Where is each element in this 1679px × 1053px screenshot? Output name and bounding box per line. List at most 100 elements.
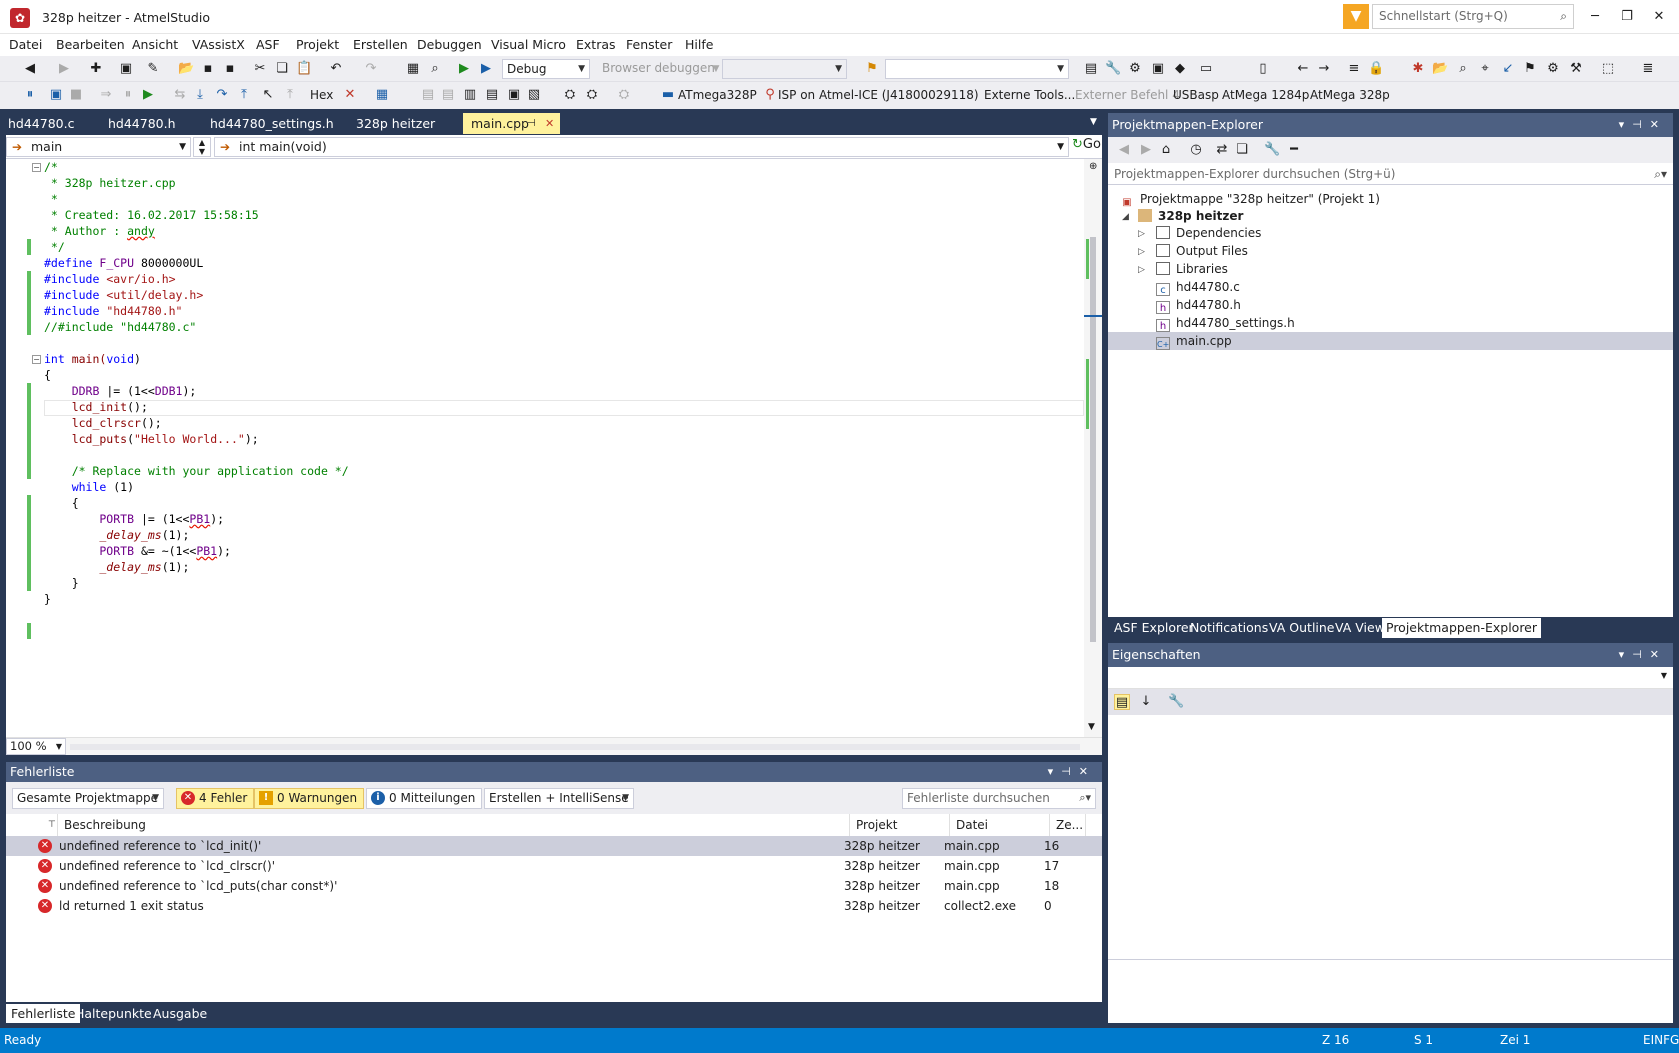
collapse-all-icon[interactable]: ━	[1286, 142, 1302, 158]
column-header-line[interactable]: Ze...	[1050, 814, 1086, 836]
redo-icon[interactable]: ↷	[363, 61, 379, 77]
io-view-icon[interactable]: ▥	[462, 87, 478, 103]
menu-asf[interactable]: ASF	[256, 37, 280, 52]
memory-icon[interactable]: ▤	[420, 87, 436, 103]
continue-icon[interactable]: ▶	[140, 87, 156, 103]
start-without-debugging-icon[interactable]: ▶	[478, 61, 494, 77]
tab-solution-explorer[interactable]: Projektmappen-Explorer	[1382, 618, 1542, 638]
code-editor[interactable]: − − /* * 328p heitzer.cpp * * Created: 1…	[6, 159, 1102, 739]
tab-asf-explorer[interactable]: ASF Explorer	[1110, 618, 1198, 638]
open-file-icon[interactable]: 📂	[178, 61, 194, 77]
step-over-icon[interactable]: ↷	[214, 87, 230, 103]
start-debugging-icon[interactable]: ▶	[456, 61, 472, 77]
va-refactor-icon[interactable]: ⚙	[1545, 61, 1561, 77]
back-icon[interactable]: ◀	[1116, 142, 1132, 158]
menu-visual-micro[interactable]: Visual Micro	[491, 37, 566, 52]
tab-hd44780-settings-h[interactable]: hd44780_settings.h	[202, 113, 342, 134]
tree-item-output-files[interactable]: Output Files	[1156, 242, 1248, 260]
table-row[interactable]: ✕ undefined reference to `lcd_puts(char …	[6, 876, 1102, 896]
va-open-file-icon[interactable]: 📂	[1432, 61, 1448, 77]
solution-search-input[interactable]: Projektmappen-Explorer durchsuchen (Strg…	[1108, 163, 1673, 185]
error-search-input[interactable]: Fehlerliste durchsuchen ⌕▾	[902, 788, 1096, 809]
horizontal-scrollbar[interactable]	[70, 744, 1080, 750]
external-tools-button[interactable]: Externe Tools...	[984, 88, 1075, 102]
tab-overflow-icon[interactable]: ▼	[1090, 117, 1097, 127]
debug-chip-icon[interactable]: ▣	[48, 87, 64, 103]
usbasp-button[interactable]: USBasp	[1173, 88, 1219, 102]
tree-item-dependencies[interactable]: Dependencies	[1156, 224, 1261, 242]
pin-icon[interactable]: ⊣	[527, 113, 536, 134]
va-tool-icon[interactable]: ✱	[1410, 61, 1426, 77]
paste-icon[interactable]: 📋	[296, 61, 312, 77]
expanded-icon[interactable]: ◢	[1122, 212, 1129, 222]
va-outline-icon[interactable]: ⬚	[1600, 61, 1616, 77]
external-command-button[interactable]: Externer Befehl 4	[1075, 88, 1180, 102]
close-tab-icon[interactable]: ✕	[545, 113, 554, 134]
menu-ansicht[interactable]: Ansicht	[132, 37, 178, 52]
tab-notifications[interactable]: Notifications	[1186, 618, 1272, 638]
quick-launch-input[interactable]: Schnellstart (Strg+Q) ⌕	[1372, 4, 1574, 29]
settings-icon[interactable]: ⚙	[1127, 61, 1143, 77]
menu-vassistx[interactable]: VAssistX	[192, 37, 245, 52]
step-into-icon[interactable]: ⤓	[192, 87, 208, 103]
navigate-forward-icon[interactable]: →	[1316, 61, 1332, 77]
break-all-icon[interactable]: ⏸	[22, 87, 38, 103]
show-next-statement-icon[interactable]: ⇆	[172, 87, 188, 103]
tab-haltepunkte[interactable]: Haltepunkte	[70, 1004, 157, 1023]
close-window-button[interactable]: ✕	[1647, 6, 1671, 28]
build-filter-select[interactable]: Erstellen + IntelliSense ▼	[484, 788, 634, 809]
table-row[interactable]: ✕ ld returned 1 exit status 328p heitzer…	[6, 896, 1102, 916]
tab-ausgabe[interactable]: Ausgabe	[148, 1004, 212, 1023]
menu-hilfe[interactable]: Hilfe	[685, 37, 713, 52]
new-project-icon[interactable]: ✚	[88, 61, 104, 77]
properties-object-select[interactable]: ▼	[1108, 667, 1673, 689]
scope-spinner[interactable]: ▲ ▼	[193, 137, 211, 157]
column-header-description[interactable]: Beschreibung	[58, 814, 850, 836]
warnings-filter-button[interactable]: ! 0 Warnungen	[254, 788, 365, 809]
column-header-file[interactable]: Datei	[950, 814, 1050, 836]
tool-selection-button[interactable]: ISP on Atmel-ICE (J41800029118)	[778, 88, 979, 102]
va-find-symbol-icon[interactable]: ⌕	[1455, 61, 1471, 77]
restart-icon[interactable]: ⇒	[98, 87, 114, 103]
tree-item-libraries[interactable]: Libraries	[1156, 260, 1228, 278]
visual-micro-icon[interactable]: ✎	[145, 61, 161, 77]
tree-item-hd44780-h[interactable]: h hd44780.h	[1156, 296, 1241, 314]
va-goto-icon[interactable]: ↙	[1500, 61, 1516, 77]
member-select[interactable]: ➔ int main(void) ▼	[214, 137, 1069, 157]
scroll-down-icon[interactable]: ▼	[1088, 722, 1095, 732]
stop-icon[interactable]: ■	[68, 87, 84, 103]
tree-solution[interactable]: ▣ Projektmappe "328p heitzer" (Projekt 1)	[1120, 190, 1380, 208]
menu-datei[interactable]: Datei	[9, 37, 42, 52]
scrollbar-thumb[interactable]	[1090, 237, 1096, 642]
tab-va-outline[interactable]: VA Outline	[1265, 618, 1339, 638]
back-icon[interactable]: ◀	[22, 61, 38, 77]
device-programming-icon[interactable]: ▤	[1083, 61, 1099, 77]
split-icon[interactable]: ⊕	[1089, 161, 1097, 179]
va-references-icon[interactable]: ⌖	[1477, 61, 1493, 77]
tree-project[interactable]: 328p heitzer	[1138, 207, 1243, 225]
tree-item-hd44780-settings-h[interactable]: h hd44780_settings.h	[1156, 314, 1295, 332]
tab-main-cpp[interactable]: main.cpp ⊣ ✕	[463, 113, 560, 134]
scope-filter-select[interactable]: Gesamte Projektmappe ▼	[12, 788, 164, 809]
step-out-icon[interactable]: ⤒	[236, 87, 252, 103]
tab-hd44780-c[interactable]: hd44780.c	[0, 113, 82, 134]
bookmark-icon[interactable]: ▯	[1255, 61, 1271, 77]
forward-icon[interactable]: ▶	[1138, 142, 1154, 158]
menu-erstellen[interactable]: Erstellen	[353, 37, 408, 52]
tree-item-hd44780-c[interactable]: c hd44780.c	[1156, 278, 1240, 296]
menu-debuggen[interactable]: Debuggen	[417, 37, 482, 52]
collapse-icon[interactable]: −	[32, 355, 41, 364]
sync-icon[interactable]: ⇄	[1214, 142, 1230, 158]
rebuild-icon[interactable]: ⛭	[584, 87, 600, 103]
property-pages-icon[interactable]: 🔧	[1168, 694, 1184, 710]
panel-window-buttons[interactable]: ▾⊣✕	[1619, 113, 1667, 137]
chip-icon[interactable]: ▣	[1150, 61, 1166, 77]
va-snippet-icon[interactable]: ⚒	[1568, 61, 1584, 77]
tab-328p-heitzer[interactable]: 328p heitzer	[348, 113, 443, 134]
menu-extras[interactable]: Extras	[576, 37, 616, 52]
va-format-icon[interactable]: ≣	[1640, 61, 1656, 77]
reset-icon[interactable]: ⤒	[282, 87, 298, 103]
registers-icon[interactable]: ▤	[440, 87, 456, 103]
editor-vertical-scrollbar[interactable]: ⊕ ▼	[1084, 159, 1102, 739]
panel-window-buttons[interactable]: ▾⊣✕	[1048, 762, 1096, 782]
